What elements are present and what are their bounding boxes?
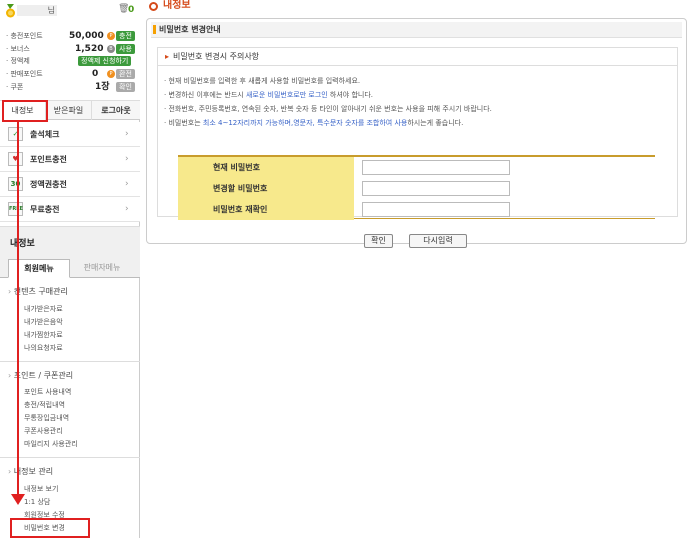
tab-logout[interactable]: 로그아웃 [92,101,140,120]
panel-header: 비밀번호 변경안내 [151,22,682,38]
divider [0,361,140,362]
link-wishlist[interactable]: 내가찜한자료 [24,330,63,340]
coupon-row: · 쿠폰 1장 확인 [6,81,136,93]
confirm-button[interactable]: 확인 [364,234,393,248]
notice-line: · 현재 비밀번호를 입력한 후 새롭게 사용할 비밀번호를 입력하세요. [164,77,361,85]
panel-title: 비밀번호 변경안내 [159,25,221,34]
side-heading: 내정보 [0,226,140,256]
use-bonus-button[interactable]: 사용 [116,44,135,54]
form-row-current: 현재 비밀번호 [178,157,655,178]
menu-label: 정액권충전 [30,180,67,189]
notice-title: 비밀번호 변경시 주의사항 [173,52,260,61]
header-bar-icon [153,25,156,34]
charge-point-value: 50,000 [69,31,104,41]
bonus-row: · 보너스 1,520 B 사용 [6,43,136,55]
notice-line: · 전화번호, 주민등록번호, 연속된 숫자, 반복 숫자 등 타인이 알아내기… [164,105,492,113]
divider [0,457,140,458]
current-password-field[interactable] [362,160,510,175]
coin-icon: P [107,70,115,78]
point-charge-icon: ♥ [8,152,23,166]
free-charge-icon: FREE [8,202,23,216]
ticket-30-icon: 30 [8,177,23,191]
notice-header: ▸ 비밀번호 변경시 주의사항 [158,48,677,66]
menu-free-charge[interactable]: FREE 무료충전 › [0,197,140,222]
username: 님 [17,5,57,16]
page-title: 내정보 [163,0,191,11]
title-circle-icon [149,2,158,11]
link-one-on-one[interactable]: 1:1 상담 [24,497,50,507]
link-received-music[interactable]: 내가받은음악 [24,317,63,327]
medal-icon [6,4,15,18]
menu-point-charge[interactable]: ♥ 포인트충전 › [0,147,140,172]
sales-point-label: · 판매포인트 [6,70,43,78]
confirm-password-field[interactable] [362,202,510,217]
link-charge-history[interactable]: 충전/적립내역 [24,400,65,410]
menu-attendance[interactable]: ✓ 출석체크 › [0,122,140,147]
flat-rate-label: · 정액제 [6,57,30,65]
link-my-requests[interactable]: 나의요청자료 [24,343,63,353]
menu-ticket-charge[interactable]: 30 정액권충전 › [0,172,140,197]
charge-point-row: · 충전포인트 50,000 P 충전 [6,30,136,42]
link-mileage-usage[interactable]: 마일리지 사용관리 [24,439,78,449]
menu-label: 출석체크 [30,130,60,139]
trash-count: 0 [128,5,135,15]
notice-line: · 변경하신 이후에는 반드시 새로운 비밀번호로만 로그인 하셔야 합니다. [164,91,374,99]
sub-tabs: 회원메뉴 판매자메뉴 [0,256,140,278]
coin-icon: P [107,32,115,40]
link-point-usage[interactable]: 포인트 사용내역 [24,387,71,397]
notice-box: ▸ 비밀번호 변경시 주의사항 · 현재 비밀번호를 입력한 후 새롭게 사용할… [157,47,678,220]
confirm-password-label: 비밀번호 재확인 [178,199,354,220]
exchange-button[interactable]: 환전 [116,69,135,79]
arrow-right-icon: ▸ [165,52,170,61]
flat-rate-apply-button[interactable]: 정액제 신청하기 [78,56,132,66]
bonus-value: 1,520 [75,44,104,54]
arrow-down-icon [11,494,25,505]
highlight-box-my-info-tab [2,100,48,122]
highlight-arrow-line [17,122,19,496]
sales-point-row: · 판매포인트 0 P 환전 [6,68,136,80]
password-panel: 비밀번호 변경안내 ▸ 비밀번호 변경시 주의사항 · 현재 비밀번호를 입력한… [146,18,687,248]
flat-rate-row: · 정액제 정액제 신청하기 [6,55,136,67]
chevron-right-icon: › [125,204,129,214]
chevron-right-icon: › [125,179,129,189]
link-received-data[interactable]: 내가받은자료 [24,304,63,314]
bonus-icon: B [107,45,115,53]
reset-button[interactable]: 다시입력 [409,234,467,248]
page-title-bar: 내정보 [146,0,686,13]
charge-point-label: · 충전포인트 [6,32,43,40]
link-view-my-info[interactable]: 내정보 보기 [24,484,58,494]
sidebar: 님 🗑 0 · 충전포인트 50,000 P 충전 · 보너스 1,520 B … [0,0,140,538]
tab-seller-menu[interactable]: 판매자메뉴 [72,259,132,278]
link-coupon-manage[interactable]: 쿠폰사용관리 [24,426,63,436]
coupon-label: · 쿠폰 [6,83,24,91]
section-my-info: › 내정보 관리 [8,467,54,476]
coupon-confirm-button[interactable]: 확인 [116,82,135,92]
tab-received-files[interactable]: 받은파일 [46,101,92,120]
new-password-field[interactable] [362,181,510,196]
sales-point-value: 0 [92,69,99,79]
menu-label: 무료충전 [30,205,60,214]
bonus-label: · 보너스 [6,45,30,53]
user-info-box: 님 🗑 0 · 충전포인트 50,000 P 충전 · 보너스 1,520 B … [0,0,140,100]
current-password-label: 현재 비밀번호 [178,157,354,178]
notice-line: · 비밀번호는 최소 4~12자리까지 가능하며,영문자, 특수문자 숫자를 조… [164,119,464,127]
chevron-right-icon: › [125,129,129,139]
coupon-value: 1장 [95,82,110,92]
menu-label: 포인트충전 [30,155,67,164]
link-deposit-history[interactable]: 무통장입금내역 [24,413,69,423]
charge-button[interactable]: 충전 [116,31,135,41]
password-form: 현재 비밀번호 변경할 비밀번호 비밀번호 재확인 [178,155,655,220]
form-row-new: 변경할 비밀번호 [178,178,655,199]
form-row-confirm: 비밀번호 재확인 [178,199,655,220]
check-icon: ✓ [8,127,23,141]
new-password-label: 변경할 비밀번호 [178,178,354,199]
chevron-right-icon: › [125,154,129,164]
highlight-box-change-password [10,518,90,538]
